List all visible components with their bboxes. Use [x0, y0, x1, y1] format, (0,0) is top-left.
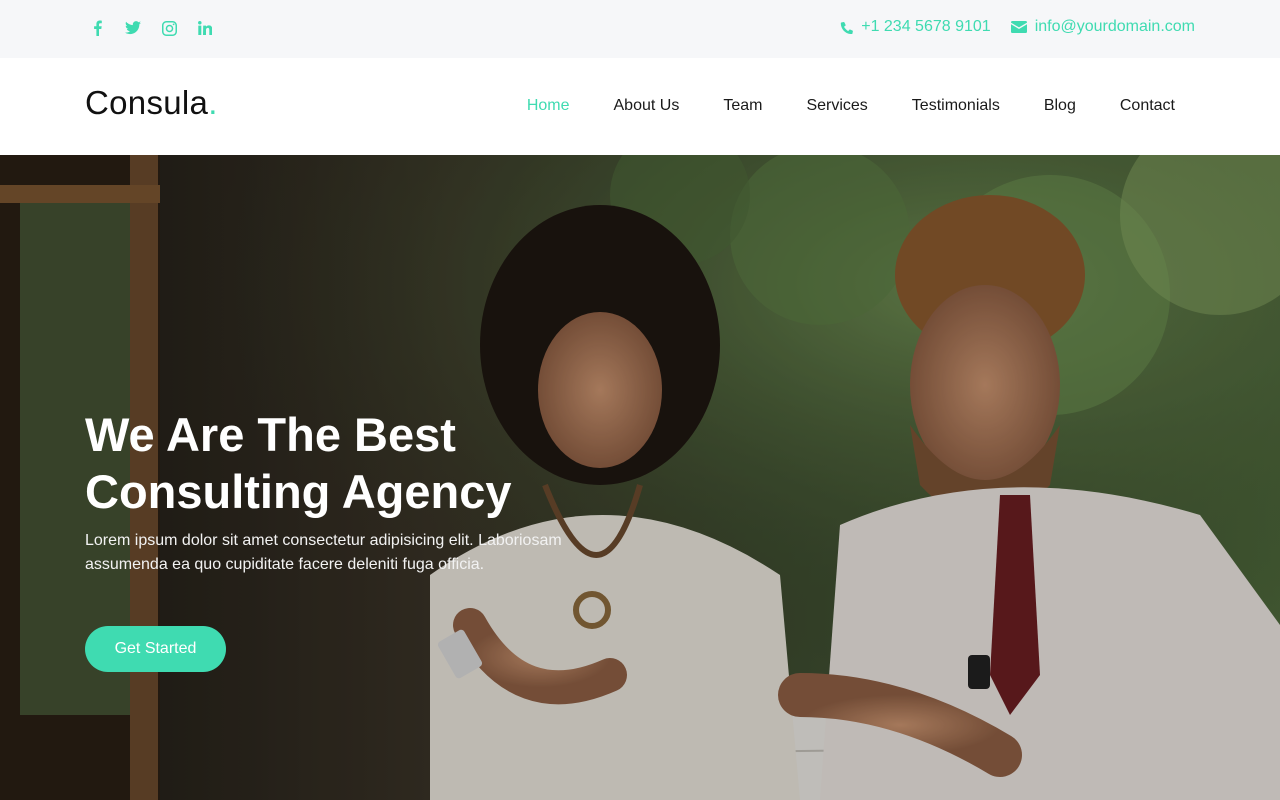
linkedin-icon[interactable]: [196, 18, 214, 38]
twitter-icon[interactable]: [124, 18, 142, 38]
email-contact[interactable]: info@yourdomain.com: [1010, 18, 1195, 36]
main-navbar: Consula. Home About Us Team Services Tes…: [0, 58, 1280, 155]
brand-dot: .: [208, 84, 218, 121]
nav-item-home[interactable]: Home: [527, 97, 570, 115]
facebook-icon[interactable]: [88, 18, 106, 38]
nav-item-team[interactable]: Team: [723, 97, 762, 115]
nav-item-services[interactable]: Services: [806, 97, 867, 115]
instagram-icon[interactable]: [160, 18, 178, 38]
social-links: [88, 18, 214, 38]
brand-logo[interactable]: Consula.: [85, 84, 218, 122]
nav-item-about-us[interactable]: About Us: [614, 97, 680, 115]
phone-number: +1 234 5678 9101: [861, 18, 991, 35]
nav-item-blog[interactable]: Blog: [1044, 97, 1076, 115]
phone-icon: [841, 21, 854, 34]
nav-item-testimonials[interactable]: Testimonials: [912, 97, 1000, 115]
hero-title: We Are The Best Consulting Agency: [85, 406, 605, 520]
nav-item-contact[interactable]: Contact: [1120, 97, 1175, 115]
hero-subtitle: Lorem ipsum dolor sit amet consectetur a…: [85, 532, 562, 573]
envelope-icon: [1010, 21, 1027, 33]
contact-info: +1 234 5678 9101 info@yourdomain.com: [839, 18, 1195, 36]
top-bar: +1 234 5678 9101 info@yourdomain.com: [0, 0, 1280, 58]
hero-section: We Are The Best Consulting Agency Lorem …: [0, 155, 1280, 800]
hero-title-line-1: We Are The Best: [85, 408, 456, 461]
get-started-button[interactable]: Get Started: [85, 626, 226, 672]
nav-menu: Home About Us Team Services Testimonials…: [527, 97, 1175, 115]
email-address: info@yourdomain.com: [1034, 18, 1195, 35]
phone-contact[interactable]: +1 234 5678 9101: [839, 18, 991, 36]
hero-title-line-2: Consulting Agency: [85, 465, 512, 518]
brand-name: Consula: [85, 84, 209, 121]
